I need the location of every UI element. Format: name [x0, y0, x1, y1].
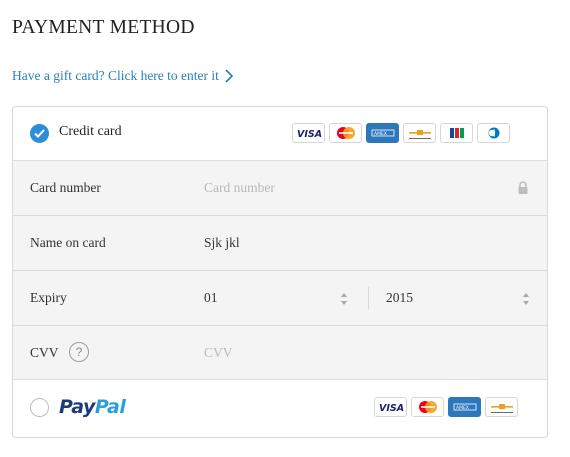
name-on-card-label: Name on card	[30, 235, 106, 250]
checkmark-icon	[34, 129, 45, 138]
expiry-row: Expiry 01 2015	[13, 271, 547, 326]
lock-icon	[518, 181, 528, 194]
credit-card-radio-checked[interactable]	[30, 124, 49, 143]
amex-icon: AMEX	[448, 397, 481, 417]
card-number-label: Card number	[30, 180, 101, 195]
name-on-card-row: Name on card Sjk jkl	[13, 216, 547, 271]
payment-method-panel: Credit card VISA AMEX Card number Card n…	[12, 106, 548, 438]
credit-card-label: Credit card	[59, 124, 122, 139]
generic-card-icon	[403, 123, 436, 143]
diners-icon	[477, 123, 510, 143]
visa-icon: VISA	[374, 397, 407, 417]
gift-card-link[interactable]: Have a gift card? Click here to enter it	[12, 68, 235, 84]
mastercard-icon	[411, 397, 444, 417]
svg-text:AMEX: AMEX	[374, 131, 387, 137]
visa-icon: VISA	[292, 123, 325, 143]
credit-card-option[interactable]: Credit card VISA AMEX	[13, 107, 547, 160]
jcb-icon	[440, 123, 473, 143]
help-icon[interactable]: ?	[69, 342, 89, 362]
expiry-year-select[interactable]: 2015	[386, 290, 413, 306]
gift-card-link-text: Have a gift card? Click here to enter it	[12, 68, 219, 83]
svg-text:VISA: VISA	[297, 129, 322, 138]
svg-text:AMEX: AMEX	[456, 405, 469, 411]
expiry-divider	[368, 287, 369, 309]
chevron-right-icon	[225, 69, 234, 83]
page-title: PAYMENT METHOD	[12, 17, 195, 38]
cvv-input[interactable]: CVV	[204, 345, 233, 361]
card-brand-logos: VISA AMEX	[292, 123, 514, 143]
card-number-row: Card number Card number	[13, 161, 547, 216]
cvv-row: CVV ? CVV	[13, 326, 547, 381]
cvv-label: CVV	[30, 345, 59, 360]
month-stepper-icon[interactable]	[340, 293, 348, 305]
svg-text:VISA: VISA	[379, 403, 404, 412]
amex-icon: AMEX	[366, 123, 399, 143]
paypal-logo: PayPal	[59, 396, 126, 418]
year-stepper-icon[interactable]	[522, 293, 530, 305]
paypal-radio[interactable]	[30, 398, 49, 417]
generic-card-icon	[485, 397, 518, 417]
paypal-card-logos: VISA AMEX	[374, 397, 522, 417]
name-on-card-input[interactable]: Sjk jkl	[204, 235, 240, 251]
mastercard-icon	[329, 123, 362, 143]
expiry-label: Expiry	[30, 290, 67, 305]
credit-card-form: Card number Card number Name on card Sjk…	[13, 160, 547, 380]
expiry-month-select[interactable]: 01	[204, 290, 218, 306]
card-number-input[interactable]: Card number	[204, 180, 275, 196]
